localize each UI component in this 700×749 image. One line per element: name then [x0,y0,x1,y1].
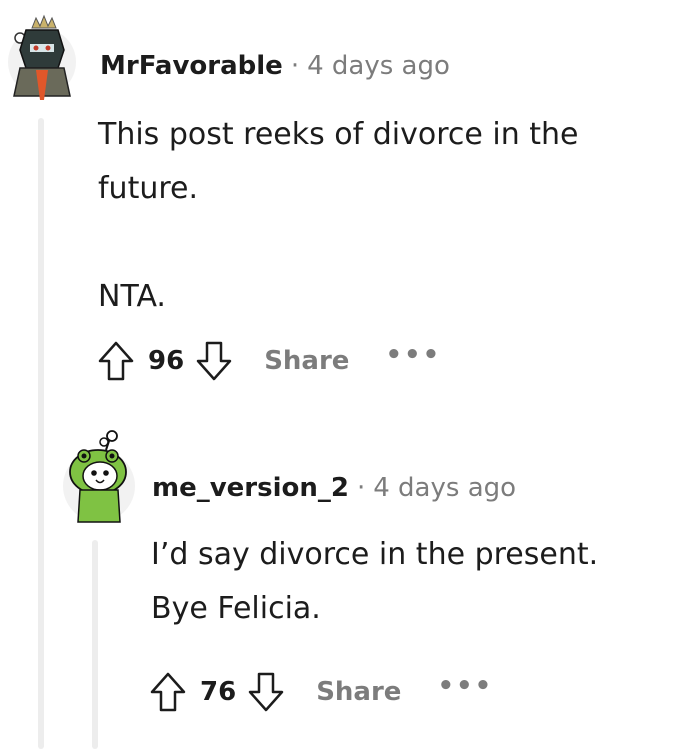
share-button[interactable]: Share [316,677,401,707]
vote-score: 76 [200,677,237,707]
comment-body: This post reeks of divorce in the future… [98,117,579,314]
knight-avatar-icon [8,14,76,100]
downvote-icon[interactable] [246,670,286,714]
vote-score: 96 [148,346,185,376]
comment-meta: me_version_2 · 4 days ago [152,472,516,504]
thread-line-2[interactable] [92,540,98,749]
comment-meta: MrFavorable · 4 days ago [100,50,450,82]
more-options-icon[interactable]: ••• [385,340,441,370]
upvote-icon[interactable] [96,339,136,383]
downvote-icon[interactable] [194,339,234,383]
upvote-icon[interactable] [148,670,188,714]
share-button[interactable]: Share [264,346,349,376]
timestamp[interactable]: 4 days ago [307,51,450,81]
meta-separator: · [356,473,366,503]
thread-line-1[interactable] [38,118,44,749]
avatar[interactable] [62,428,136,524]
comment-thread: MrFavorable · 4 days ago This post reeks o… [0,0,700,749]
author-link[interactable]: MrFavorable [100,51,283,81]
avatar[interactable] [6,10,76,100]
author-link[interactable]: me_version_2 [152,473,349,503]
comment-actions: 76 Share ••• [148,670,493,714]
timestamp[interactable]: 4 days ago [373,473,516,503]
frog-hood-avatar-icon [63,430,135,523]
meta-separator: · [290,51,300,81]
more-options-icon[interactable]: ••• [437,671,493,701]
comment-actions: 96 Share ••• [96,339,441,383]
comment-body: I’d say divorce in the present. Bye Feli… [151,537,599,626]
